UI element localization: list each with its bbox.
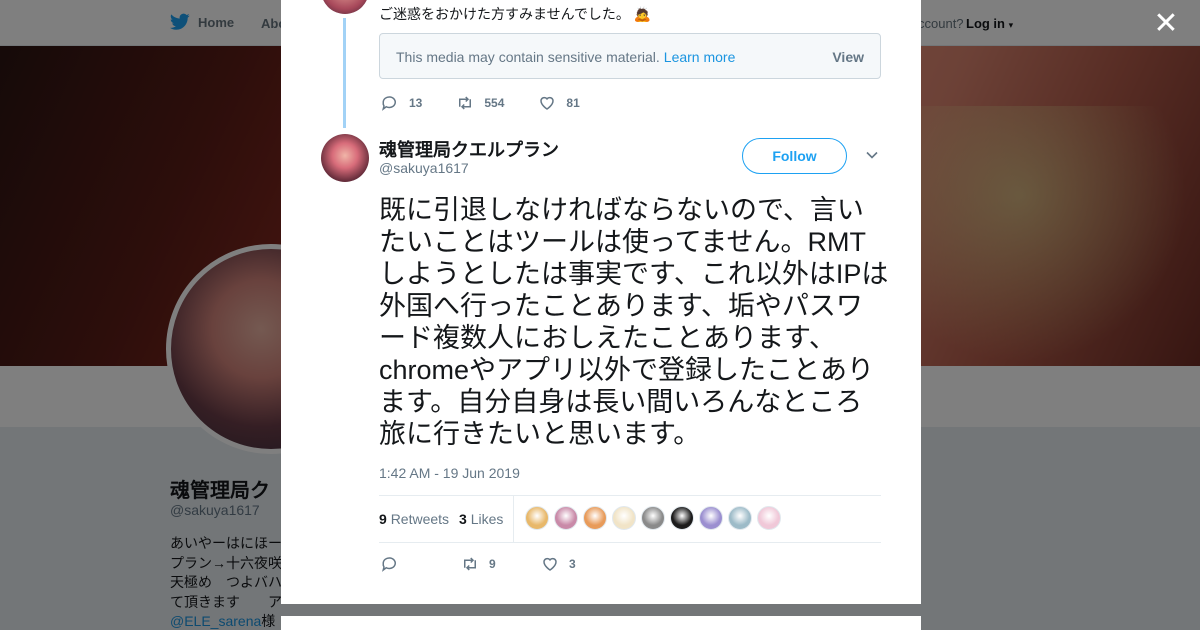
liker-avatars	[525, 506, 781, 530]
previous-tweet-text: ご迷惑をおかけた方すみませんでした。 🙇	[379, 6, 652, 22]
tweet-author-avatar[interactable]	[321, 134, 369, 182]
reply-button[interactable]	[381, 555, 461, 573]
reply-button[interactable]: 13	[381, 94, 422, 112]
liker-avatar[interactable]	[554, 506, 578, 530]
reply-icon	[382, 96, 396, 111]
liker-avatar[interactable]	[641, 506, 665, 530]
like-count: 3	[569, 557, 576, 571]
retweet-count: 9	[489, 557, 496, 571]
tweet-author-handle[interactable]: @sakuya1617	[379, 160, 469, 176]
chevron-down-icon[interactable]	[865, 148, 879, 162]
heart-icon	[540, 96, 555, 110]
stats-counts: 9 Retweets 3 Likes	[379, 496, 515, 542]
retweet-icon	[464, 557, 476, 571]
reply-icon	[382, 557, 396, 572]
retweets-stat[interactable]: 9 Retweets	[379, 511, 449, 527]
retweet-button[interactable]: 554	[456, 94, 504, 112]
like-count: 81	[566, 96, 580, 110]
learn-more-link[interactable]: Learn more	[664, 49, 736, 65]
like-button[interactable]: 81	[538, 94, 580, 112]
previous-tweet-actions: 13 554 81	[381, 94, 614, 112]
reply-count: 13	[409, 96, 423, 110]
liker-avatar[interactable]	[583, 506, 607, 530]
tweet-stats: 9 Retweets 3 Likes	[379, 495, 881, 543]
retweet-button[interactable]: 9	[461, 555, 541, 573]
thread-connector	[343, 18, 346, 128]
retweet-icon	[459, 96, 472, 110]
liker-avatar[interactable]	[670, 506, 694, 530]
view-media-button[interactable]: View	[832, 49, 864, 65]
heart-icon	[543, 557, 557, 571]
tweet-modal: ご迷惑をおかけた方すみませんでした。 🙇 This media may cont…	[281, 0, 921, 604]
next-tweet-card	[281, 616, 921, 630]
follow-button[interactable]: Follow	[742, 138, 847, 174]
sensitive-media-text: This media may contain sensitive materia…	[396, 49, 736, 65]
previous-tweet-avatar[interactable]	[321, 0, 369, 14]
likes-stat[interactable]: 3 Likes	[459, 511, 503, 527]
tweet-actions: 9 3	[381, 555, 621, 573]
person-bowing-emoji-icon: 🙇	[633, 6, 652, 22]
like-button[interactable]: 3	[541, 555, 621, 573]
tweet-timestamp[interactable]: 1:42 AM - 19 Jun 2019	[379, 465, 520, 481]
liker-avatar[interactable]	[728, 506, 752, 530]
liker-avatar[interactable]	[525, 506, 549, 530]
tweet-author-name[interactable]: 魂管理局クエルプラン	[379, 136, 559, 162]
liker-avatar[interactable]	[699, 506, 723, 530]
retweet-count: 554	[484, 96, 505, 110]
close-icon[interactable]: ✕	[1153, 9, 1179, 39]
liker-avatar[interactable]	[612, 506, 636, 530]
sensitive-media-notice: This media may contain sensitive materia…	[379, 33, 881, 79]
liker-avatar[interactable]	[757, 506, 781, 530]
tweet-text: 既に引退しなければならないので、言いたいことはツールは使ってません。RMTしよう…	[379, 195, 889, 449]
